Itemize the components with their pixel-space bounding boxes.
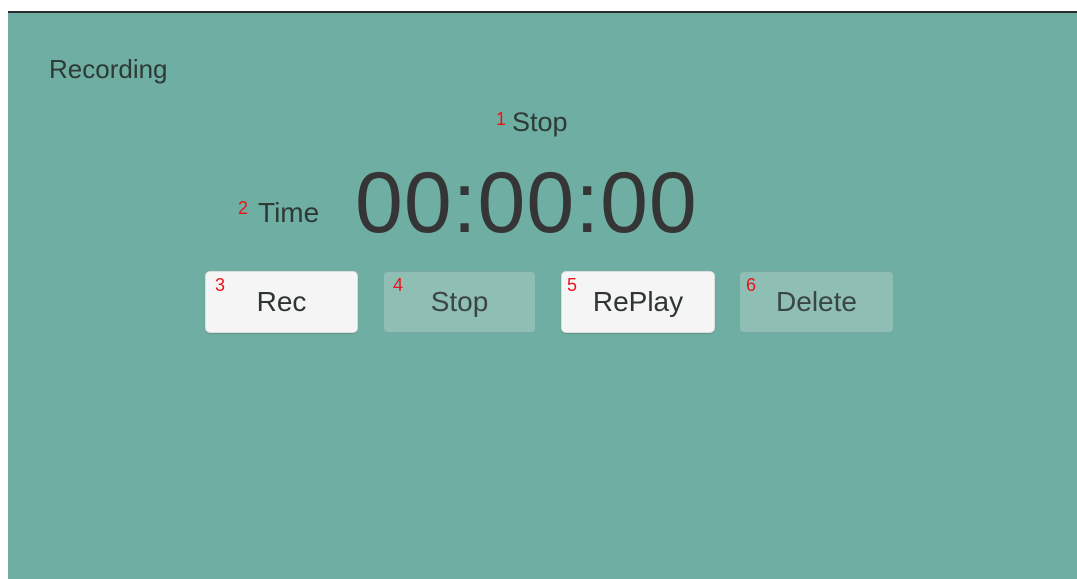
recording-panel: Recording 1 Stop 2 Time 00:00:00 3 Rec 4… [8,11,1077,579]
rec-button[interactable]: 3 Rec [205,271,358,333]
annotation-marker-4: 4 [393,275,404,295]
replay-button[interactable]: 5 RePlay [561,271,715,333]
panel-title: Recording [49,54,168,84]
time-value: 00:00:00 [355,155,698,251]
rec-button-label: Rec [256,286,307,317]
stop-button-label: Stop [430,286,489,317]
delete-button-label: Delete [776,286,857,317]
time-label: Time [258,197,320,228]
replay-button-label: RePlay [592,286,684,317]
delete-button[interactable]: 6 Delete [739,271,894,333]
annotation-marker-1: 1 [496,109,507,129]
annotation-marker-6: 6 [746,275,757,295]
annotation-marker-3: 3 [215,275,226,295]
annotation-marker-2: 2 [238,198,249,218]
stop-button[interactable]: 4 Stop [383,271,536,333]
status-text: Stop [512,107,568,137]
annotation-marker-5: 5 [567,275,578,295]
